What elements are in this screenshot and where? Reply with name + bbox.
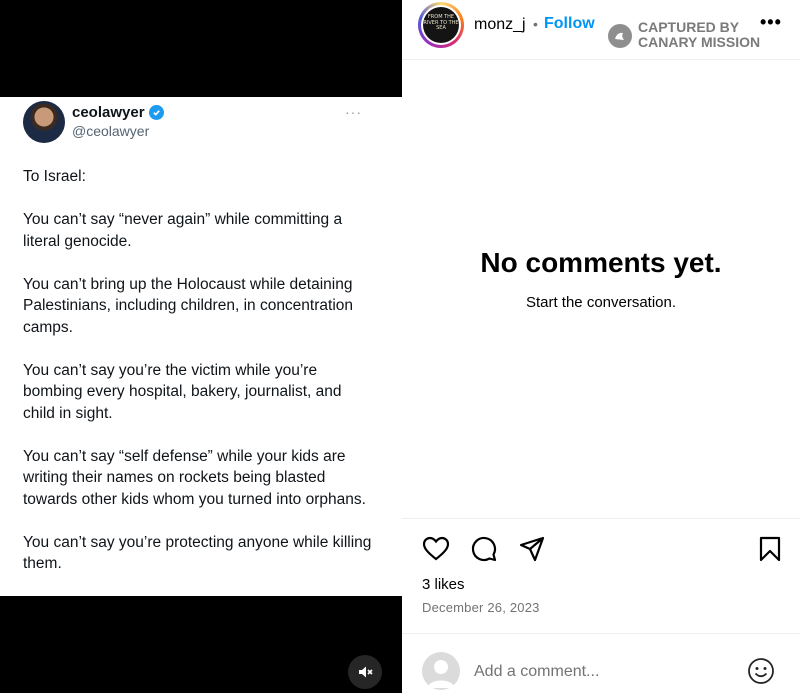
tweet-body: To Israel: You can’t say “never again” w… bbox=[23, 166, 373, 596]
share-icon[interactable] bbox=[518, 535, 546, 563]
tweet-paragraph: You can’t say “self defense” while your … bbox=[23, 447, 366, 508]
user-avatar[interactable]: FROM THE RIVER TO THE SEA bbox=[418, 2, 464, 48]
post-header: FROM THE RIVER TO THE SEA monz_j • Follo… bbox=[402, 0, 800, 60]
heart-icon[interactable] bbox=[422, 535, 450, 563]
post-date: December 26, 2023 bbox=[422, 600, 540, 615]
more-options-icon[interactable]: ••• bbox=[760, 12, 782, 33]
tweet-more-icon: ··· bbox=[345, 104, 362, 120]
username-link[interactable]: monz_j bbox=[474, 16, 526, 34]
post-media: ceolawyer @ceolawyer ··· To Israel: You … bbox=[0, 0, 402, 693]
tweet-paragraph: You can’t say “never again” while commit… bbox=[23, 211, 343, 250]
mute-icon bbox=[359, 666, 373, 678]
tweet-author: ceolawyer bbox=[72, 104, 164, 121]
watermark-logo-icon bbox=[608, 24, 632, 48]
commenter-avatar bbox=[422, 652, 460, 690]
no-comments-title: No comments yet. bbox=[480, 247, 722, 278]
divider bbox=[402, 518, 800, 519]
tweet-avatar bbox=[23, 101, 65, 143]
emoji-icon[interactable] bbox=[747, 657, 775, 685]
tweet-handle: @ceolawyer bbox=[72, 123, 150, 139]
tweet-author-name: ceolawyer bbox=[72, 104, 145, 121]
mute-button[interactable] bbox=[348, 655, 382, 689]
no-comments-subtitle: Start the conversation. bbox=[525, 294, 677, 311]
comment-input[interactable] bbox=[474, 660, 724, 684]
tweet-paragraph: You can’t say you’re protecting anyone w… bbox=[23, 533, 372, 573]
likes-count[interactable]: 3 likes bbox=[422, 576, 465, 593]
follow-button[interactable]: Follow bbox=[544, 15, 595, 33]
comment-icon[interactable] bbox=[470, 535, 498, 563]
tweet-paragraph: You can’t bring up the Holocaust while d… bbox=[23, 275, 354, 336]
tweet-paragraph: To Israel: bbox=[23, 168, 86, 185]
separator-dot: • bbox=[533, 16, 538, 32]
watermark-text: CAPTURED BY CANARY MISSION bbox=[638, 19, 761, 50]
bookmark-icon[interactable] bbox=[756, 535, 784, 563]
tweet-paragraph: You can’t say you’re the victim while yo… bbox=[23, 361, 342, 422]
verified-icon bbox=[148, 105, 164, 120]
divider bbox=[402, 633, 800, 634]
avatar-image: FROM THE RIVER TO THE SEA bbox=[423, 7, 459, 43]
post-sidebar: FROM THE RIVER TO THE SEA monz_j • Follo… bbox=[402, 0, 800, 693]
